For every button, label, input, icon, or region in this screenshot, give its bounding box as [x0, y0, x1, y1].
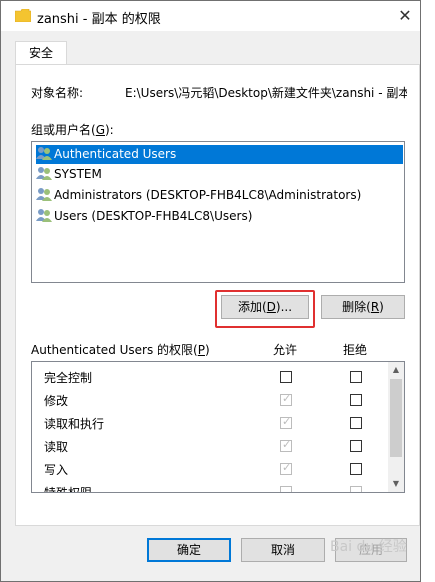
check-icon: ✓ [282, 392, 292, 405]
watermark: Bai du 经验 [330, 539, 407, 555]
permissions-header: Authenticated Users 的权限(P) [31, 343, 210, 357]
check-icon: ✓ [282, 461, 292, 474]
deny-checkbox[interactable] [350, 463, 362, 475]
deny-column-header: 拒绝 [343, 343, 368, 357]
allow-column-header: 允许 [273, 343, 298, 357]
list-item[interactable]: Users (DESKTOP-FHB4LC8\Users) [36, 207, 403, 226]
check-icon: ✓ [282, 415, 292, 428]
permissions-scrollbar[interactable]: ▲ ▼ [388, 362, 404, 492]
scroll-up-icon[interactable]: ▲ [388, 362, 404, 378]
object-path: E:\Users\冯元韬\Desktop\新建文件夹\zanshi - 副本 [125, 86, 407, 100]
tab-security[interactable]: 安全 [15, 41, 67, 65]
permissions-list: 完全控制 修改 ✓ 读取和执行 ✓ 读取 ✓ 写入 ✓ 特殊权限 [31, 361, 405, 493]
allow-checkbox[interactable]: ✓ [280, 392, 292, 406]
list-item[interactable]: SYSTEM [36, 165, 403, 184]
users-icon [36, 188, 52, 201]
deny-checkbox[interactable] [350, 394, 362, 406]
groups-label: 组或用户名(G): [31, 123, 114, 137]
list-item[interactable]: Authenticated Users [36, 145, 403, 164]
remove-button[interactable]: 删除(R) [321, 295, 405, 319]
check-icon: ✓ [282, 438, 292, 451]
title-bar: zanshi - 副本 的权限 ✕ [1, 1, 420, 31]
list-item[interactable]: Administrators (DESKTOP-FHB4LC8\Administ… [36, 186, 403, 205]
scroll-down-icon[interactable]: ▼ [388, 476, 404, 492]
permission-name: 读取 [44, 440, 69, 454]
permissions-dialog: zanshi - 副本 的权限 ✕ 安全 对象名称: E:\Users\冯元韬\… [0, 0, 421, 582]
allow-checkbox[interactable] [280, 371, 292, 383]
allow-checkbox[interactable] [280, 486, 292, 492]
users-icon [36, 167, 52, 180]
permission-row: 写入 ✓ [32, 457, 388, 480]
deny-checkbox[interactable] [350, 486, 362, 492]
folder-icon [15, 9, 31, 22]
ok-button[interactable]: 确定 [147, 538, 231, 562]
allow-checkbox[interactable]: ✓ [280, 415, 292, 429]
scroll-thumb[interactable] [390, 379, 402, 457]
permission-row: 修改 ✓ [32, 388, 388, 411]
permission-name: 特殊权限 [44, 486, 93, 493]
permission-row: 完全控制 [32, 365, 388, 388]
cancel-button[interactable]: 取消 [241, 538, 325, 562]
permission-row: 读取 ✓ [32, 434, 388, 457]
permission-name: 修改 [44, 394, 69, 408]
background-window-edge [421, 0, 435, 582]
users-icon [36, 147, 52, 160]
add-button[interactable]: 添加(D)... [221, 295, 309, 319]
deny-checkbox[interactable] [350, 440, 362, 452]
object-name-label: 对象名称: [31, 86, 84, 100]
permission-name: 完全控制 [44, 371, 93, 385]
permission-row: 特殊权限 [32, 480, 388, 493]
group-user-list[interactable]: Authenticated Users SYSTEM Administrator… [31, 141, 405, 283]
deny-checkbox[interactable] [350, 371, 362, 383]
window-title: zanshi - 副本 的权限 [37, 12, 161, 27]
permission-name: 写入 [44, 463, 69, 477]
allow-checkbox[interactable]: ✓ [280, 461, 292, 475]
close-button[interactable]: ✕ [393, 4, 417, 28]
deny-checkbox[interactable] [350, 417, 362, 429]
allow-checkbox[interactable]: ✓ [280, 438, 292, 452]
permission-row: 读取和执行 ✓ [32, 411, 388, 434]
users-icon [36, 209, 52, 222]
permission-name: 读取和执行 [44, 417, 105, 431]
